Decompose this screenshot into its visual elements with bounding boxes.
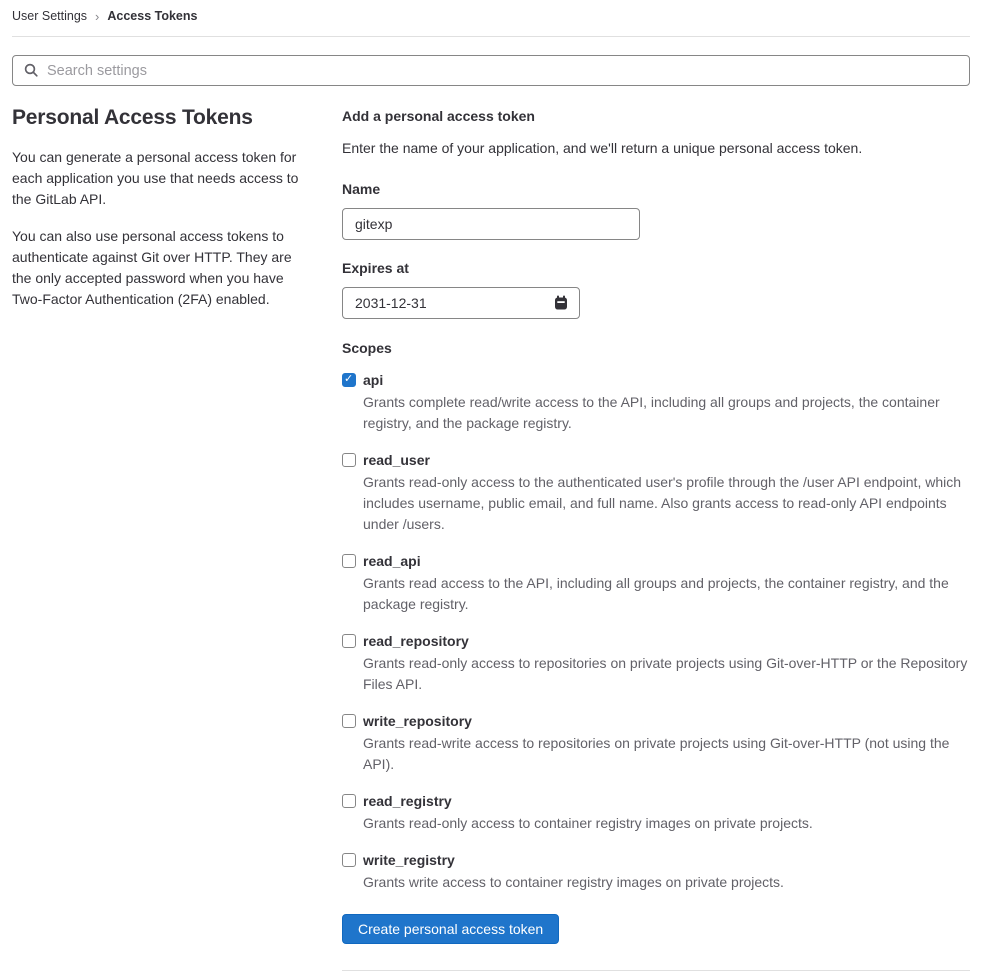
scope-row-read-registry: read_registry Grants read-only access to…: [342, 792, 970, 834]
scope-checkbox-write-registry[interactable]: [342, 853, 356, 867]
scope-checkbox-read-user[interactable]: [342, 453, 356, 467]
scope-checkbox-read-repository[interactable]: [342, 634, 356, 648]
scope-description: Grants complete read/write access to the…: [363, 394, 940, 431]
expires-at-input[interactable]: [342, 287, 580, 319]
scope-row-read-user: read_user Grants read-only access to the…: [342, 451, 970, 535]
scope-checkbox-api[interactable]: [342, 372, 356, 387]
scope-name-read-repository[interactable]: read_repository: [363, 632, 970, 651]
breadcrumb-separator-icon: ›: [95, 8, 100, 24]
scope-checkbox-write-repository[interactable]: [342, 714, 356, 728]
scopes-label: Scopes: [342, 340, 392, 356]
scope-name-write-repository[interactable]: write_repository: [363, 712, 970, 731]
scope-row-read-repository: read_repository Grants read-only access …: [342, 632, 970, 695]
scope-description: Grants read-only access to repositories …: [363, 655, 968, 692]
search-settings-bar: [12, 55, 970, 86]
scope-row-read-api: read_api Grants read access to the API, …: [342, 552, 970, 615]
scope-description: Grants read-only access to container reg…: [363, 815, 813, 831]
scope-row-write-registry: write_registry Grants write access to co…: [342, 851, 970, 893]
header-divider: [12, 36, 970, 37]
create-token-button[interactable]: Create personal access token: [342, 914, 560, 944]
form-title: Add a personal access token: [342, 108, 535, 124]
scope-description: Grants read-write access to repositories…: [363, 735, 950, 772]
calendar-icon[interactable]: [553, 295, 569, 316]
scope-name-api[interactable]: api: [363, 371, 970, 390]
scope-checkbox-read-registry[interactable]: [342, 794, 356, 808]
page-title: Personal Access Tokens: [12, 106, 253, 129]
search-settings-input[interactable]: [12, 55, 970, 86]
name-label: Name: [342, 181, 381, 197]
token-form-column: Add a personal access token Enter the na…: [342, 106, 970, 971]
breadcrumb-user-settings[interactable]: User Settings: [12, 9, 87, 23]
scope-name-read-user[interactable]: read_user: [363, 451, 970, 470]
breadcrumb: User Settings › Access Tokens: [12, 0, 970, 36]
section-description-column: Personal Access Tokens You can generate …: [12, 106, 310, 971]
token-name-input[interactable]: [342, 208, 640, 240]
breadcrumb-access-tokens[interactable]: Access Tokens: [107, 9, 197, 23]
scope-description: Grants read-only access to the authentic…: [363, 474, 962, 532]
settings-page: User Settings › Access Tokens Personal A…: [0, 0, 993, 971]
section-paragraph: You can also use personal access tokens …: [12, 228, 292, 307]
scope-description: Grants write access to container registr…: [363, 874, 784, 890]
expires-at-label: Expires at: [342, 260, 409, 276]
form-description: Enter the name of your application, and …: [342, 140, 863, 156]
scope-row-write-repository: write_repository Grants read-write acces…: [342, 712, 970, 775]
scope-name-read-api[interactable]: read_api: [363, 552, 970, 571]
content-columns: Personal Access Tokens You can generate …: [12, 106, 970, 971]
scope-name-write-registry[interactable]: write_registry: [363, 851, 784, 870]
scope-name-read-registry[interactable]: read_registry: [363, 792, 813, 811]
scope-checkbox-read-api[interactable]: [342, 554, 356, 568]
scope-row-api: api Grants complete read/write access to…: [342, 371, 970, 434]
section-paragraph: You can generate a personal access token…: [12, 149, 299, 207]
expires-at-field: [342, 287, 580, 319]
scope-description: Grants read access to the API, including…: [363, 575, 949, 612]
